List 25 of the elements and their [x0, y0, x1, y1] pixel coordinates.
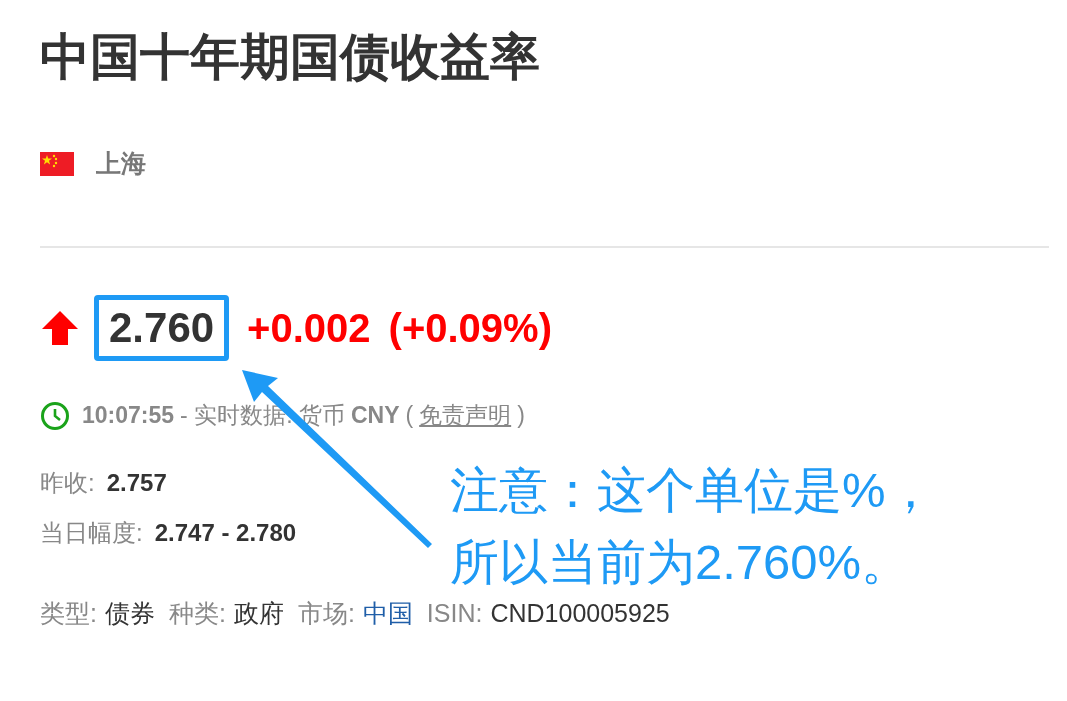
parenthesis: ) — [517, 402, 525, 429]
annotation-text: 注意：这个单位是%， — [450, 462, 935, 519]
page-title: 中国十年期国债收益率 — [40, 28, 541, 87]
info-link[interactable]: 中国 — [362, 597, 413, 630]
info-value: 债券 — [104, 598, 155, 629]
info-label: 市场: — [297, 598, 355, 629]
flag-icon — [40, 151, 74, 176]
price-change: +0.002 — [247, 305, 371, 351]
stat-value: 2.757 — [106, 469, 167, 497]
parenthesis: ( — [405, 402, 414, 429]
info-value: CND100005925 — [490, 599, 670, 628]
stat-value: 2.747 - 2.780 — [154, 519, 297, 547]
clock-icon — [40, 400, 70, 431]
stat-label: 当日幅度: — [40, 518, 143, 548]
info-value: 政府 — [233, 598, 284, 629]
update-time: 10:07:55 — [82, 402, 175, 429]
stat-label: 昨收: — [40, 468, 95, 498]
disclaimer-link[interactable]: 免责声明 — [419, 400, 512, 431]
price-change-percent: (+0.09%) — [388, 305, 552, 351]
info-label: 类型: — [40, 598, 97, 629]
price-value: 2.760 — [94, 295, 230, 361]
location-label: 上海 — [96, 148, 146, 179]
annotation-text: 所以当前为2.760%。 — [450, 534, 911, 591]
info-label: ISIN: — [426, 599, 483, 628]
info-label: 种类: — [168, 598, 226, 629]
